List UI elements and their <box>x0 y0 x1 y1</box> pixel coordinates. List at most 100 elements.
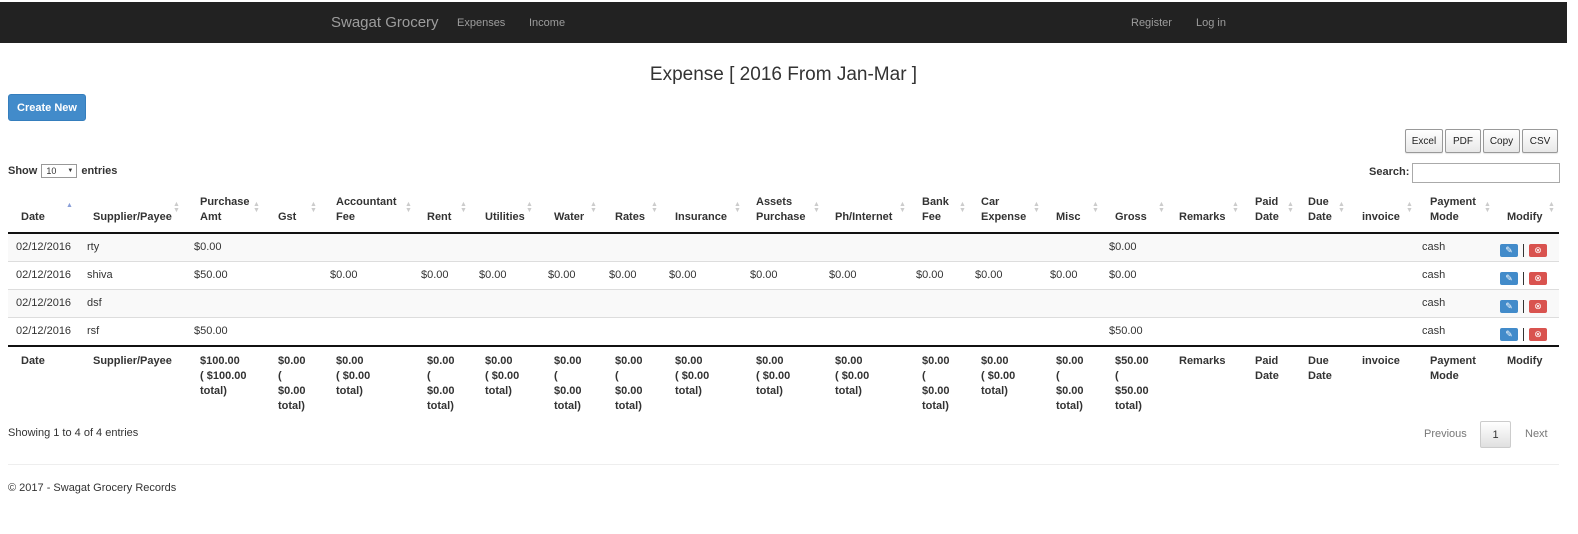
pagination-next[interactable]: Next <box>1525 428 1548 440</box>
footer-cell-line: $0.00 <box>554 385 582 397</box>
column-header[interactable]: Assets Purchase <box>756 195 806 225</box>
sort-both-icon: ▲ ▼ <box>1406 201 1413 214</box>
search-input[interactable] <box>1412 163 1560 183</box>
chevron-down-icon: ▼ <box>67 168 74 174</box>
column-header[interactable]: Payment Mode <box>1430 195 1476 225</box>
table-cell: cash <box>1422 297 1446 309</box>
nav-login[interactable]: Log in <box>1196 17 1226 29</box>
edit-icon[interactable]: ✎ <box>1500 300 1518 313</box>
column-header-line: Misc <box>1056 211 1081 223</box>
delete-icon[interactable]: ⊗ <box>1529 328 1547 341</box>
column-header-line: Rates <box>615 211 645 223</box>
footer-cell-line: $0.00 <box>485 355 513 367</box>
footer-cell-line: total) <box>756 385 783 397</box>
footer-cell-line: total) <box>615 400 642 412</box>
footer-cell-line: $0.00 <box>554 355 582 367</box>
column-header[interactable]: Remarks <box>1179 210 1225 225</box>
column-header-line: Water <box>554 211 585 223</box>
column-header-line: Insurance <box>675 211 727 223</box>
footer-cell: $50.00 ($50.00 total) <box>1115 354 1149 414</box>
delete-icon[interactable]: ⊗ <box>1529 244 1547 257</box>
column-header-line: Purchase <box>756 211 806 223</box>
table-cell: $50.00 <box>194 325 228 337</box>
column-header[interactable]: Date <box>21 210 45 225</box>
column-header-line: Rent <box>427 211 452 223</box>
column-header[interactable]: Rent <box>427 210 451 225</box>
footer-cell-line: $0.00 <box>427 355 455 367</box>
table-cell: $0.00 <box>669 269 697 281</box>
column-header[interactable]: Modify <box>1507 210 1542 225</box>
column-header-line: Fee <box>922 211 941 223</box>
column-header[interactable]: Supplier/Payee <box>93 210 172 225</box>
create-new-button[interactable]: Create New <box>8 94 86 121</box>
table-cell: cash <box>1422 269 1446 281</box>
footer-cell: $0.00 ($0.00 total) <box>554 354 582 414</box>
footer-cell-line: Payment <box>1430 355 1476 367</box>
footer-cell-line: total) <box>336 385 363 397</box>
footer-cell-line: Date <box>21 355 45 367</box>
column-header[interactable]: Insurance <box>675 210 727 225</box>
delete-icon[interactable]: ⊗ <box>1529 272 1547 285</box>
column-header[interactable]: Gross <box>1115 210 1147 225</box>
row-divider <box>8 317 1559 318</box>
footer-cell-line: $0.00 <box>615 355 643 367</box>
entries-select[interactable]: 10 ▼ <box>41 164 78 178</box>
footer-cell: $0.00 ( $0.00 total) <box>675 354 709 399</box>
column-header[interactable]: Rates <box>615 210 645 225</box>
column-header[interactable]: Due Date <box>1308 195 1332 225</box>
edit-icon[interactable]: ✎ <box>1500 244 1518 257</box>
column-header[interactable]: Purchase Amt <box>200 195 250 225</box>
column-header[interactable]: Water <box>554 210 584 225</box>
column-header[interactable]: Gst <box>278 210 296 225</box>
column-header[interactable]: invoice <box>1362 210 1400 225</box>
nav-expenses[interactable]: Expenses <box>457 17 505 29</box>
footer-divider <box>8 464 1559 465</box>
sort-both-icon: ▲ ▼ <box>173 201 180 214</box>
edit-icon[interactable]: ✎ <box>1500 328 1518 341</box>
copy-button[interactable]: Copy <box>1483 129 1520 153</box>
column-header[interactable]: Bank Fee <box>922 195 949 225</box>
column-header-line: Amt <box>200 211 222 223</box>
column-header-line: Assets <box>756 196 793 208</box>
csv-button[interactable]: CSV <box>1522 129 1558 153</box>
footer-cell-line: invoice <box>1362 355 1400 367</box>
column-header[interactable]: Paid Date <box>1255 195 1279 225</box>
table-cell: $0.00 <box>916 269 944 281</box>
footer-cell-line: $0.00 <box>675 355 703 367</box>
excel-button[interactable]: Excel <box>1405 129 1443 153</box>
sort-both-icon: ▲ ▼ <box>1484 201 1491 214</box>
column-header-line: Due <box>1308 196 1329 208</box>
column-header-line: Car <box>981 196 1000 208</box>
nav-income[interactable]: Income <box>529 17 565 29</box>
column-header-line: Expense <box>981 211 1027 223</box>
footer-cell: $0.00 ( $0.00 total) <box>336 354 370 399</box>
row-divider <box>8 289 1559 290</box>
sort-both-icon: ▲ ▼ <box>253 201 260 214</box>
delete-icon[interactable]: ⊗ <box>1529 300 1547 313</box>
pdf-button[interactable]: PDF <box>1445 129 1481 153</box>
column-header[interactable]: Accountant Fee <box>336 195 397 225</box>
pagination-page-1[interactable]: 1 <box>1480 421 1511 448</box>
column-header[interactable]: Car Expense <box>981 195 1026 225</box>
footer-cell: $0.00 ( $0.00 total) <box>981 354 1015 399</box>
column-header[interactable]: Ph/Internet <box>835 210 892 225</box>
column-header-line: Supplier/Payee <box>93 211 172 223</box>
sort-both-icon: ▲ ▼ <box>813 201 820 214</box>
nav-register[interactable]: Register <box>1131 17 1172 29</box>
table-cell: $0.00 <box>330 269 358 281</box>
footer-cell-line: ( $100.00 <box>200 370 247 382</box>
footer-cell-line: ( $0.00 <box>485 370 520 382</box>
column-header-line: Utilities <box>485 211 525 223</box>
column-header[interactable]: Misc <box>1056 210 1080 225</box>
column-header-line: Bank <box>922 196 949 208</box>
footer-cell: Supplier/Payee <box>93 354 172 369</box>
length-suffix: entries <box>81 165 118 177</box>
footer-cell-line: $0.00 <box>336 355 364 367</box>
sort-both-icon: ▲ ▼ <box>734 201 741 214</box>
brand-link[interactable]: Swagat Grocery <box>331 14 439 31</box>
column-header[interactable]: Utilities <box>485 210 525 225</box>
footer-cell-line: ( $0.00 <box>835 370 870 382</box>
search-label: Search: <box>1369 166 1410 178</box>
pagination-previous[interactable]: Previous <box>1424 428 1467 440</box>
edit-icon[interactable]: ✎ <box>1500 272 1518 285</box>
